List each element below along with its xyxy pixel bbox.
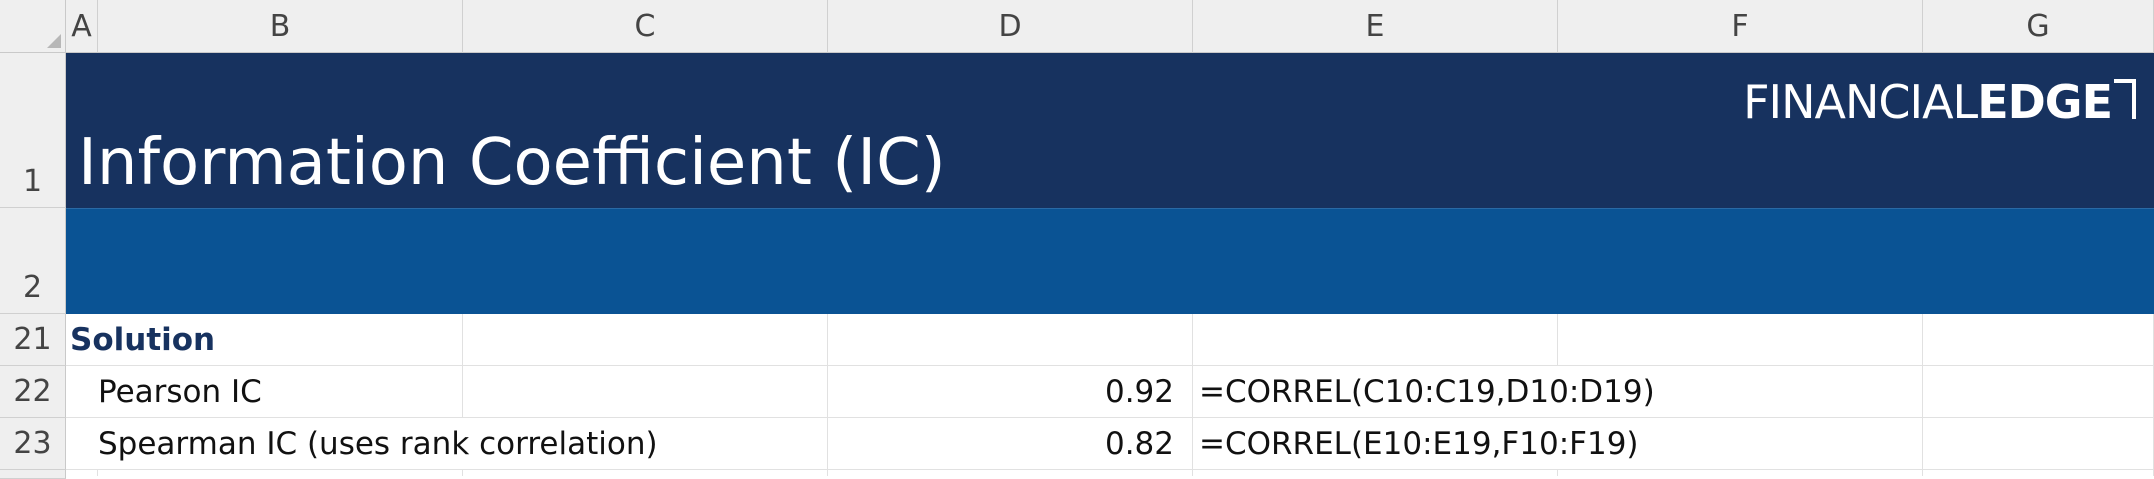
column-header-b[interactable]: B — [98, 0, 463, 53]
solution-heading: Solution — [70, 321, 216, 358]
cell-c23[interactable] — [463, 418, 828, 470]
cell-e24[interactable] — [1193, 470, 1558, 476]
sheet-title: Information Coefficient (IC) — [78, 126, 946, 200]
cell-a24[interactable] — [66, 470, 98, 476]
cell-g24[interactable] — [1923, 470, 2154, 476]
pearson-ic-label: Pearson IC — [98, 373, 262, 410]
row-header-23[interactable]: 23 — [0, 418, 66, 470]
cell-d24[interactable] — [828, 470, 1193, 476]
row-header-2[interactable]: 2 — [0, 208, 66, 314]
cell-b22[interactable]: Pearson IC — [98, 366, 463, 418]
column-header-c[interactable]: C — [463, 0, 828, 53]
logo-text-edge: EDGE — [1977, 75, 2113, 129]
cell-a23[interactable] — [66, 418, 98, 470]
select-all-corner[interactable] — [0, 0, 66, 53]
cell-f23[interactable] — [1558, 418, 1923, 470]
cell-b21[interactable] — [98, 314, 463, 366]
cell-d23[interactable]: 0.82 — [828, 418, 1193, 470]
financial-edge-logo: FINANCIAL EDGE — [1743, 75, 2136, 129]
column-header-e[interactable]: E — [1193, 0, 1558, 53]
select-all-triangle-icon — [47, 34, 61, 48]
spearman-ic-label: Spearman IC (uses rank correlation) — [98, 425, 658, 462]
cell-d21[interactable] — [828, 314, 1193, 366]
cell-a21[interactable]: Solution — [66, 314, 216, 366]
logo-text-financial: FINANCIAL — [1743, 75, 1978, 129]
column-header-g[interactable]: G — [1923, 0, 2154, 53]
cell-g21[interactable] — [1923, 314, 2154, 366]
row-header-22[interactable]: 22 — [0, 366, 66, 418]
cell-e21[interactable] — [1193, 314, 1558, 366]
pearson-ic-formula: =CORREL(C10:C19,D10:D19) — [1199, 373, 1655, 410]
cell-c22[interactable] — [463, 366, 828, 418]
row-header-1[interactable]: 1 — [0, 53, 66, 208]
row-header-partial — [0, 470, 66, 479]
cell-e23[interactable]: =CORREL(E10:E19,F10:F19) — [1193, 418, 1639, 470]
pearson-ic-value: 0.92 — [1104, 373, 1174, 410]
subtitle-banner[interactable] — [66, 208, 2154, 314]
title-banner[interactable]: Information Coefficient (IC) FINANCIAL ED… — [66, 53, 2154, 208]
cell-f21[interactable] — [1558, 314, 1923, 366]
spearman-ic-formula: =CORREL(E10:E19,F10:F19) — [1199, 425, 1639, 462]
cell-c21[interactable] — [463, 314, 828, 366]
cell-a22[interactable] — [66, 366, 98, 418]
cell-d22[interactable]: 0.92 — [828, 366, 1193, 418]
cell-f24[interactable] — [1558, 470, 1923, 476]
spreadsheet: A B C D E F G 1 2 21 22 23 Information C… — [0, 0, 2154, 479]
row-header-21[interactable]: 21 — [0, 314, 66, 366]
cell-b24[interactable] — [98, 470, 463, 476]
cell-b23[interactable]: Spearman IC (uses rank correlation) — [98, 418, 658, 470]
cell-e22[interactable]: =CORREL(C10:C19,D10:D19) — [1193, 366, 1655, 418]
cell-f22[interactable] — [1558, 366, 1923, 418]
column-header-f[interactable]: F — [1558, 0, 1923, 53]
spearman-ic-value: 0.82 — [1104, 425, 1174, 462]
cell-g23[interactable] — [1923, 418, 2154, 470]
logo-corner-icon — [2114, 79, 2136, 119]
cell-g22[interactable] — [1923, 366, 2154, 418]
cell-c24[interactable] — [463, 470, 828, 476]
column-header-a[interactable]: A — [66, 0, 98, 53]
column-header-d[interactable]: D — [828, 0, 1193, 53]
